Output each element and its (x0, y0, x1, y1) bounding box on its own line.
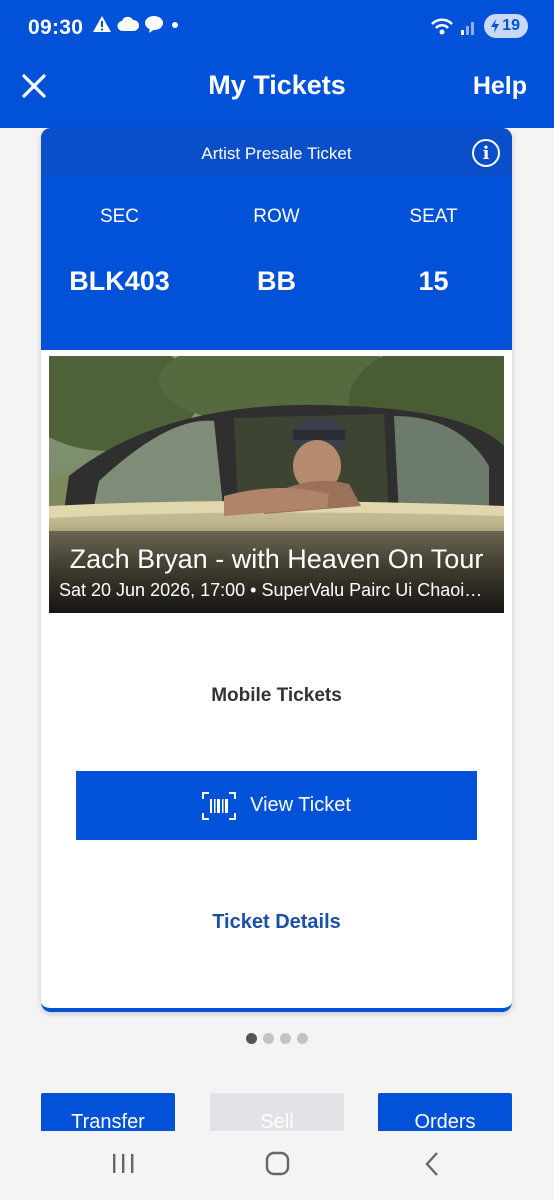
recent-apps-icon (113, 1154, 134, 1173)
status-bar: 09:30 19 (0, 0, 554, 46)
recent-apps-button[interactable] (111, 1151, 135, 1180)
help-link[interactable]: Help (473, 72, 527, 101)
ticket-type-label: Artist Presale Ticket (201, 144, 352, 163)
sell-button[interactable]: Sell (210, 1093, 344, 1131)
battery-icon: 19 (484, 14, 528, 38)
dot-icon (172, 22, 178, 28)
event-image: Zach Bryan - with Heaven On Tour Sat 20 … (49, 356, 504, 613)
status-time: 09:30 (28, 16, 84, 39)
row-column: ROW BB (198, 206, 355, 297)
warning-icon (93, 16, 111, 32)
seat-value: 15 (418, 266, 449, 296)
carousel-pagination (0, 1033, 554, 1044)
back-button[interactable] (422, 1151, 442, 1182)
row-label: ROW (253, 206, 300, 227)
app-header: My Tickets Help (0, 46, 554, 128)
page-dot-4[interactable] (297, 1033, 308, 1044)
barcode-icon (202, 791, 237, 820)
system-icons: 19 (430, 14, 528, 38)
event-subtitle: Sat 20 Jun 2026, 17:00 • SuperValu Pairc… (59, 580, 494, 600)
view-ticket-label: View Ticket (250, 794, 351, 816)
section-label: SEC (99, 206, 140, 227)
delivery-method-label: Mobile Tickets (211, 685, 342, 706)
battery-level: 19 (502, 17, 520, 34)
row-value: BB (257, 266, 296, 296)
ticket-header: Artist Presale Ticket i SEC BLK403 ROW B… (41, 128, 512, 350)
ticket-card: Artist Presale Ticket i SEC BLK403 ROW B… (41, 128, 512, 1012)
page-dot-3[interactable] (280, 1033, 291, 1044)
system-nav-bar (0, 1131, 554, 1200)
wifi-icon (431, 18, 454, 35)
cloud-icon (117, 16, 139, 32)
page-title: My Tickets (208, 70, 346, 100)
ticket-type-bar: Artist Presale Ticket i (41, 128, 512, 176)
signal-icon (461, 22, 475, 35)
section-column: SEC BLK403 (41, 206, 198, 297)
page-dot-2[interactable] (263, 1033, 274, 1044)
page-dot-1[interactable] (246, 1033, 257, 1044)
seat-column: SEAT 15 (355, 206, 512, 297)
orders-button[interactable]: Orders (378, 1093, 512, 1131)
view-ticket-button[interactable]: View Ticket (76, 771, 477, 840)
seat-label: SEAT (409, 206, 458, 227)
notification-icons (92, 15, 181, 33)
home-button[interactable] (265, 1151, 291, 1182)
event-title: Zach Bryan - with Heaven On Tour (69, 544, 484, 574)
section-value: BLK403 (69, 266, 170, 296)
ticket-details-link[interactable]: Ticket Details (41, 911, 512, 934)
chat-icon (145, 16, 163, 33)
home-icon (265, 1151, 290, 1176)
back-icon (425, 1152, 438, 1176)
info-icon[interactable]: i (472, 139, 500, 167)
transfer-button[interactable]: Transfer (41, 1093, 175, 1131)
